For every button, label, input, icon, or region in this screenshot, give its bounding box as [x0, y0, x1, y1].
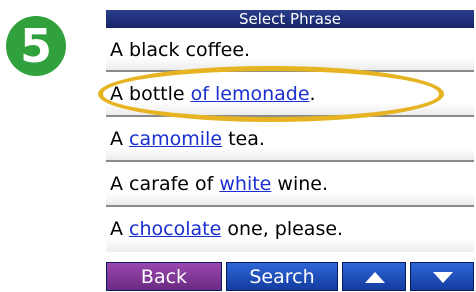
phrase-text: A — [110, 218, 130, 240]
phrase-text: A bottle — [110, 83, 191, 105]
phrase-item[interactable]: A carafe of white wine. — [106, 162, 474, 207]
phrase-item[interactable]: A camomile tea. — [106, 117, 474, 162]
phrase-text: wine. — [271, 173, 328, 195]
phrase-text: A carafe of — [110, 173, 220, 195]
phrase-text: . — [309, 83, 316, 105]
screen-title: Select Phrase — [106, 10, 474, 28]
search-button[interactable]: Search — [226, 262, 338, 291]
step-number-badge: 5 — [6, 16, 66, 76]
phrase-item[interactable]: A black coffee. — [106, 28, 474, 72]
phrase-text: tea. — [222, 128, 265, 150]
phrase-link[interactable]: white — [219, 173, 271, 195]
back-button[interactable]: Back — [106, 262, 222, 291]
bottom-toolbar: Back Search — [106, 260, 474, 291]
arrow-down-icon — [433, 272, 453, 283]
phrase-item[interactable]: A bottle of lemonade. — [106, 72, 474, 117]
phrase-text: A — [110, 128, 130, 150]
phrase-link[interactable]: camomile — [129, 128, 222, 150]
phrase-text: A black coffee. — [110, 39, 251, 61]
phrase-item[interactable]: A chocolate one, please. — [106, 207, 474, 252]
phrase-list: A black coffee. A bottle of lemonade. A … — [106, 28, 474, 252]
phrase-link[interactable]: of lemonade — [191, 83, 310, 105]
phrase-text: one, please. — [221, 218, 344, 240]
arrow-up-icon — [365, 272, 385, 283]
scroll-down-button[interactable] — [410, 262, 474, 291]
scroll-up-button[interactable] — [342, 262, 406, 291]
device-screen: Select Phrase A black coffee. A bottle o… — [106, 10, 474, 291]
phrase-link[interactable]: chocolate — [129, 218, 221, 240]
